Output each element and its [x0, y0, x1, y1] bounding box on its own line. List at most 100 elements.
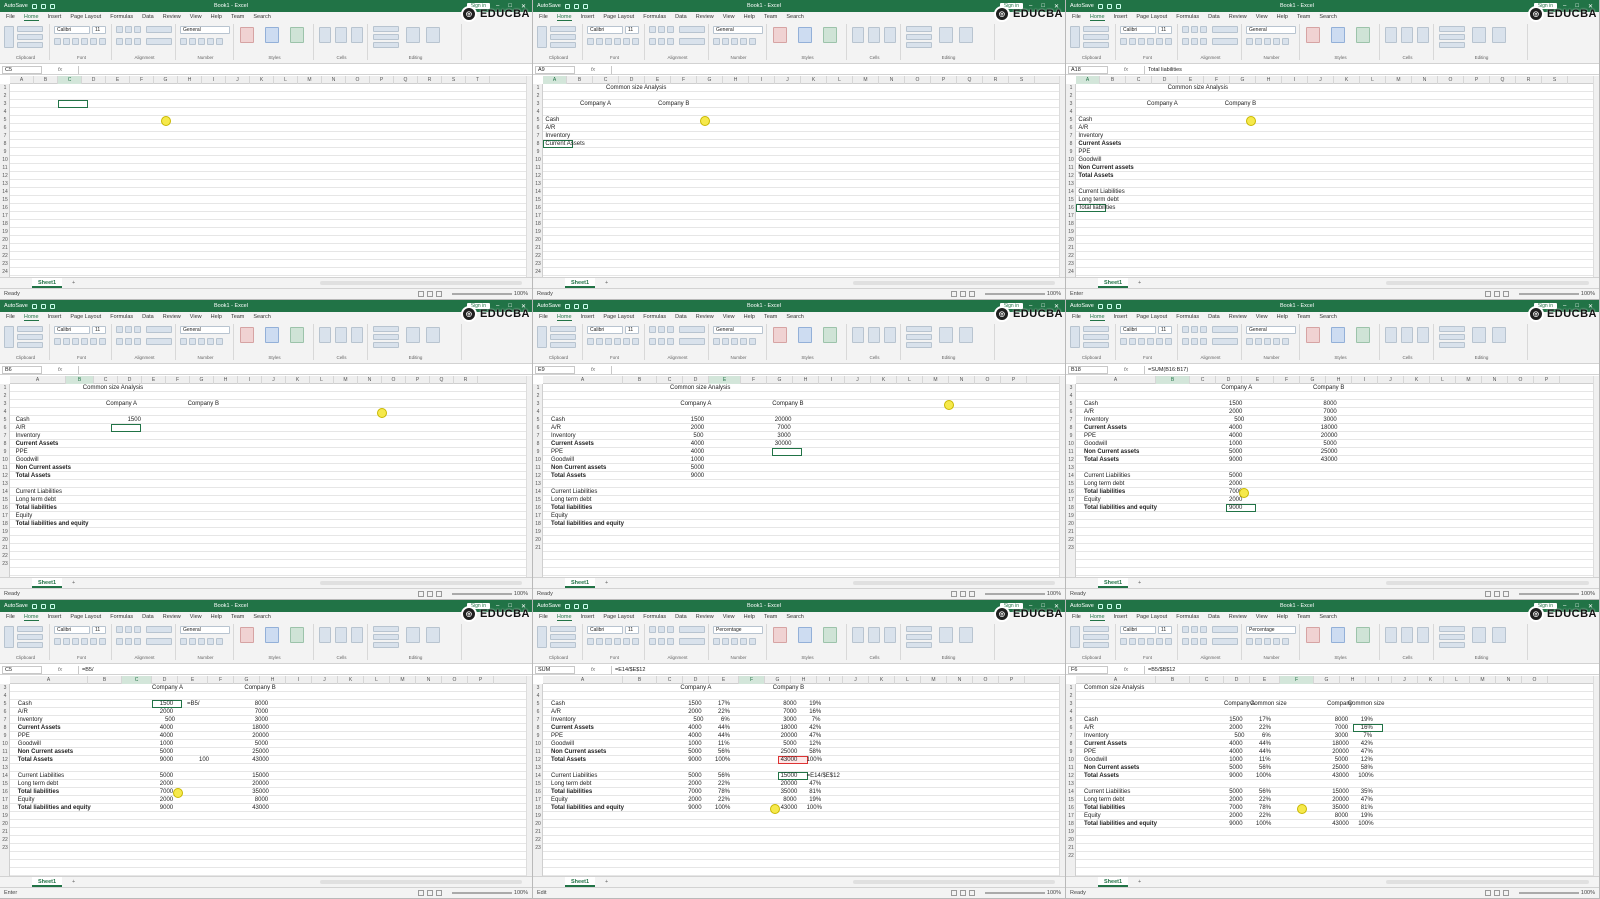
- align-button[interactable]: [125, 626, 132, 633]
- column-header-f[interactable]: F: [739, 676, 765, 684]
- align-button[interactable]: [1200, 26, 1207, 33]
- comma-button[interactable]: [1264, 638, 1271, 645]
- row-header[interactable]: 4: [1066, 392, 1076, 400]
- merge-center-button[interactable]: [1212, 338, 1238, 345]
- column-header-b[interactable]: B: [66, 376, 94, 384]
- column-header-i[interactable]: I: [749, 76, 775, 84]
- row-header[interactable]: 24: [1066, 268, 1076, 276]
- row-header[interactable]: 22: [1066, 252, 1076, 260]
- ribbon-tab-search[interactable]: Search: [1319, 614, 1336, 620]
- cell[interactable]: 20000: [781, 732, 798, 740]
- column-header-c[interactable]: C: [1190, 376, 1216, 384]
- fx-icon[interactable]: fx: [1108, 67, 1144, 73]
- cell[interactable]: Goodwill: [1084, 440, 1107, 448]
- cell[interactable]: 4000: [1229, 424, 1242, 432]
- ribbon-tab-file[interactable]: File: [1072, 314, 1081, 320]
- column-header-o[interactable]: O: [905, 76, 931, 84]
- cell[interactable]: 35000: [781, 788, 798, 796]
- percent-button[interactable]: [1255, 38, 1262, 45]
- copy-button[interactable]: [550, 634, 576, 640]
- column-header-m[interactable]: M: [1470, 676, 1496, 684]
- cell[interactable]: 81%: [809, 788, 821, 796]
- column-header-c[interactable]: C: [593, 76, 619, 84]
- align-button[interactable]: [1191, 338, 1198, 345]
- zoom-level[interactable]: 100%: [514, 289, 528, 299]
- cell[interactable]: 20000: [781, 780, 798, 788]
- align-button[interactable]: [134, 626, 141, 633]
- zoom-slider[interactable]: [985, 293, 1045, 295]
- align-button[interactable]: [134, 326, 141, 333]
- ribbon-tab-data[interactable]: Data: [142, 314, 154, 320]
- cell[interactable]: Cash: [551, 416, 565, 424]
- format-cells-button[interactable]: [884, 327, 896, 343]
- undo-icon[interactable]: [40, 303, 46, 309]
- currency-button[interactable]: [713, 338, 720, 345]
- column-header-i[interactable]: I: [202, 76, 226, 84]
- column-header-l[interactable]: L: [1360, 76, 1386, 84]
- row-header[interactable]: 6: [0, 708, 10, 716]
- cell[interactable]: Total liabilities and equity: [1084, 504, 1157, 512]
- cell[interactable]: 100%: [1256, 772, 1271, 780]
- decrease-decimal-button[interactable]: [216, 338, 223, 345]
- column-header-a[interactable]: A: [1076, 76, 1100, 84]
- find-select-button[interactable]: [959, 27, 973, 43]
- sheet-tab[interactable]: Sheet1: [565, 278, 596, 288]
- row-header[interactable]: 15: [533, 780, 543, 788]
- cell[interactable]: 44%: [718, 724, 730, 732]
- row-header[interactable]: 11: [0, 748, 10, 756]
- row-header[interactable]: 10: [533, 740, 543, 748]
- add-sheet-button[interactable]: +: [1138, 578, 1141, 588]
- save-icon[interactable]: [31, 603, 37, 609]
- worksheet-grid[interactable]: A B C D E F G H I J K L M N O P Q R S 1 2 3 4 5 6 7 8 9 10 11 12 13 14 15…: [533, 76, 1059, 277]
- cut-button[interactable]: [17, 26, 43, 32]
- font-name-select[interactable]: Calibri: [1120, 326, 1156, 334]
- ribbon-tab-formulas[interactable]: Formulas: [643, 314, 666, 320]
- row-header[interactable]: 9: [533, 732, 543, 740]
- ribbon-tab-home[interactable]: Home: [23, 614, 39, 621]
- row-header[interactable]: 7: [533, 716, 543, 724]
- column-header-i[interactable]: I: [819, 376, 845, 384]
- row-header[interactable]: 15: [1066, 796, 1076, 804]
- wrap-text-button[interactable]: [679, 626, 705, 633]
- clear-button[interactable]: [1439, 342, 1465, 348]
- column-header-i[interactable]: I: [817, 676, 843, 684]
- row-header[interactable]: 8: [0, 440, 10, 448]
- merge-center-button[interactable]: [146, 338, 172, 345]
- cut-button[interactable]: [1083, 626, 1109, 632]
- font-color-button[interactable]: [1165, 638, 1172, 645]
- ribbon-tab-data[interactable]: Data: [675, 314, 687, 320]
- ribbon-tab-file[interactable]: File: [1072, 614, 1081, 620]
- column-header-d[interactable]: D: [1224, 676, 1250, 684]
- cell-grid[interactable]: Common size Analysis Company A Company B Ca…: [543, 384, 1059, 577]
- column-header-i[interactable]: I: [1366, 676, 1392, 684]
- row-header[interactable]: 22: [533, 252, 543, 260]
- cell[interactable]: 47%: [809, 732, 821, 740]
- cell[interactable]: 500: [1234, 416, 1244, 424]
- column-header-j[interactable]: J: [775, 76, 801, 84]
- column-header-h[interactable]: H: [178, 76, 202, 84]
- row-header[interactable]: 1: [1066, 684, 1076, 692]
- ribbon-tab-formulas[interactable]: Formulas: [643, 14, 666, 20]
- row-header[interactable]: 19: [533, 228, 543, 236]
- fill-color-button[interactable]: [90, 638, 97, 645]
- cell[interactable]: 8000: [1323, 400, 1336, 408]
- cell[interactable]: Equity: [1084, 812, 1101, 820]
- ribbon-tab-data[interactable]: Data: [675, 614, 687, 620]
- cut-button[interactable]: [1083, 26, 1109, 32]
- ribbon-tab-home[interactable]: Home: [556, 614, 572, 621]
- save-icon[interactable]: [1097, 303, 1103, 309]
- row-header[interactable]: 15: [533, 196, 543, 204]
- column-header-d[interactable]: D: [152, 676, 178, 684]
- format-cells-button[interactable]: [884, 27, 896, 43]
- format-as-table-button[interactable]: [265, 627, 279, 643]
- column-header-h[interactable]: H: [791, 676, 817, 684]
- column-header-d[interactable]: D: [619, 76, 645, 84]
- column-header-l[interactable]: L: [364, 676, 390, 684]
- save-icon[interactable]: [564, 3, 570, 9]
- cell[interactable]: Equity: [1084, 496, 1101, 504]
- font-color-button[interactable]: [1165, 338, 1172, 345]
- cell[interactable]: 3000: [1335, 732, 1348, 740]
- row-header[interactable]: 14: [0, 188, 10, 196]
- row-header[interactable]: 3: [1066, 700, 1076, 708]
- column-header-n[interactable]: N: [1496, 676, 1522, 684]
